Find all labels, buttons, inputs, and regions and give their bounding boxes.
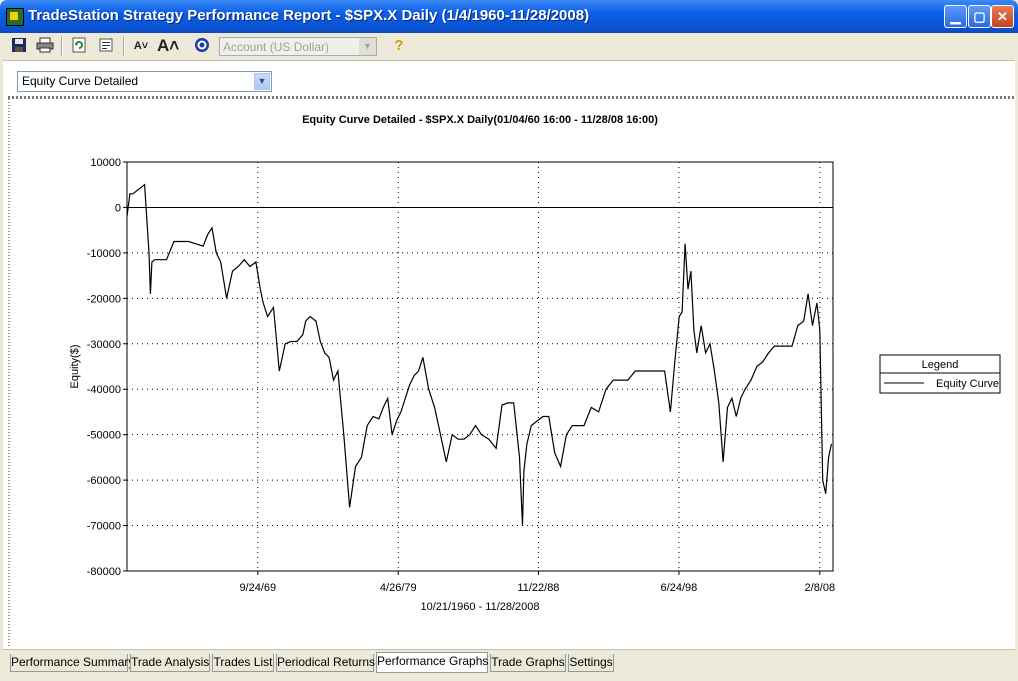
plot-area	[126, 161, 834, 572]
equity-curve-chart: Equity Curve Detailed - $SPX.X Daily(01/…	[69, 114, 1001, 613]
tab-settings[interactable]: Settings	[568, 654, 614, 672]
x-tick-label: 9/24/69	[239, 582, 276, 594]
x-tick-label: 4/26/79	[380, 582, 417, 594]
y-tick-label: 0	[115, 202, 121, 214]
tab-trade-graphs[interactable]: Trade Graphs	[490, 654, 566, 672]
tab-trade-analysis[interactable]: Trade Analysis	[130, 654, 210, 672]
y-tick-label: 10000	[90, 157, 121, 169]
tab-periodical-returns[interactable]: Periodical Returns	[276, 654, 375, 672]
x-tick-label: 6/24/98	[661, 582, 698, 594]
tab-performance-summary[interactable]: Performance Summary	[10, 654, 134, 672]
y-tick-label: -20000	[87, 293, 121, 305]
y-tick-label: -10000	[87, 248, 121, 260]
legend-entry-equity-curve: Equity Curve	[936, 378, 999, 390]
y-tick-label: -40000	[87, 384, 121, 396]
tab-performance-graphs[interactable]: Performance Graphs	[376, 652, 488, 673]
x-axis-label: 10/21/1960 - 11/28/2008	[420, 601, 539, 613]
y-tick-label: -60000	[87, 475, 121, 487]
y-tick-label: -50000	[87, 430, 121, 442]
y-tick-label: -70000	[87, 521, 121, 533]
x-tick-label: 11/22/88	[517, 582, 559, 594]
y-tick-label: -80000	[87, 566, 121, 578]
x-tick-label: 2/8/08	[805, 582, 836, 594]
legend-title: Legend	[922, 359, 959, 371]
y-axis-label: Equity($)	[69, 344, 81, 388]
chart-title: Equity Curve Detailed - $SPX.X Daily(01/…	[302, 114, 658, 126]
tab-trades-list[interactable]: Trades List	[212, 654, 274, 672]
y-tick-label: -30000	[87, 339, 121, 351]
report-window: TradeStation Strategy Performance Report…	[0, 0, 1018, 681]
